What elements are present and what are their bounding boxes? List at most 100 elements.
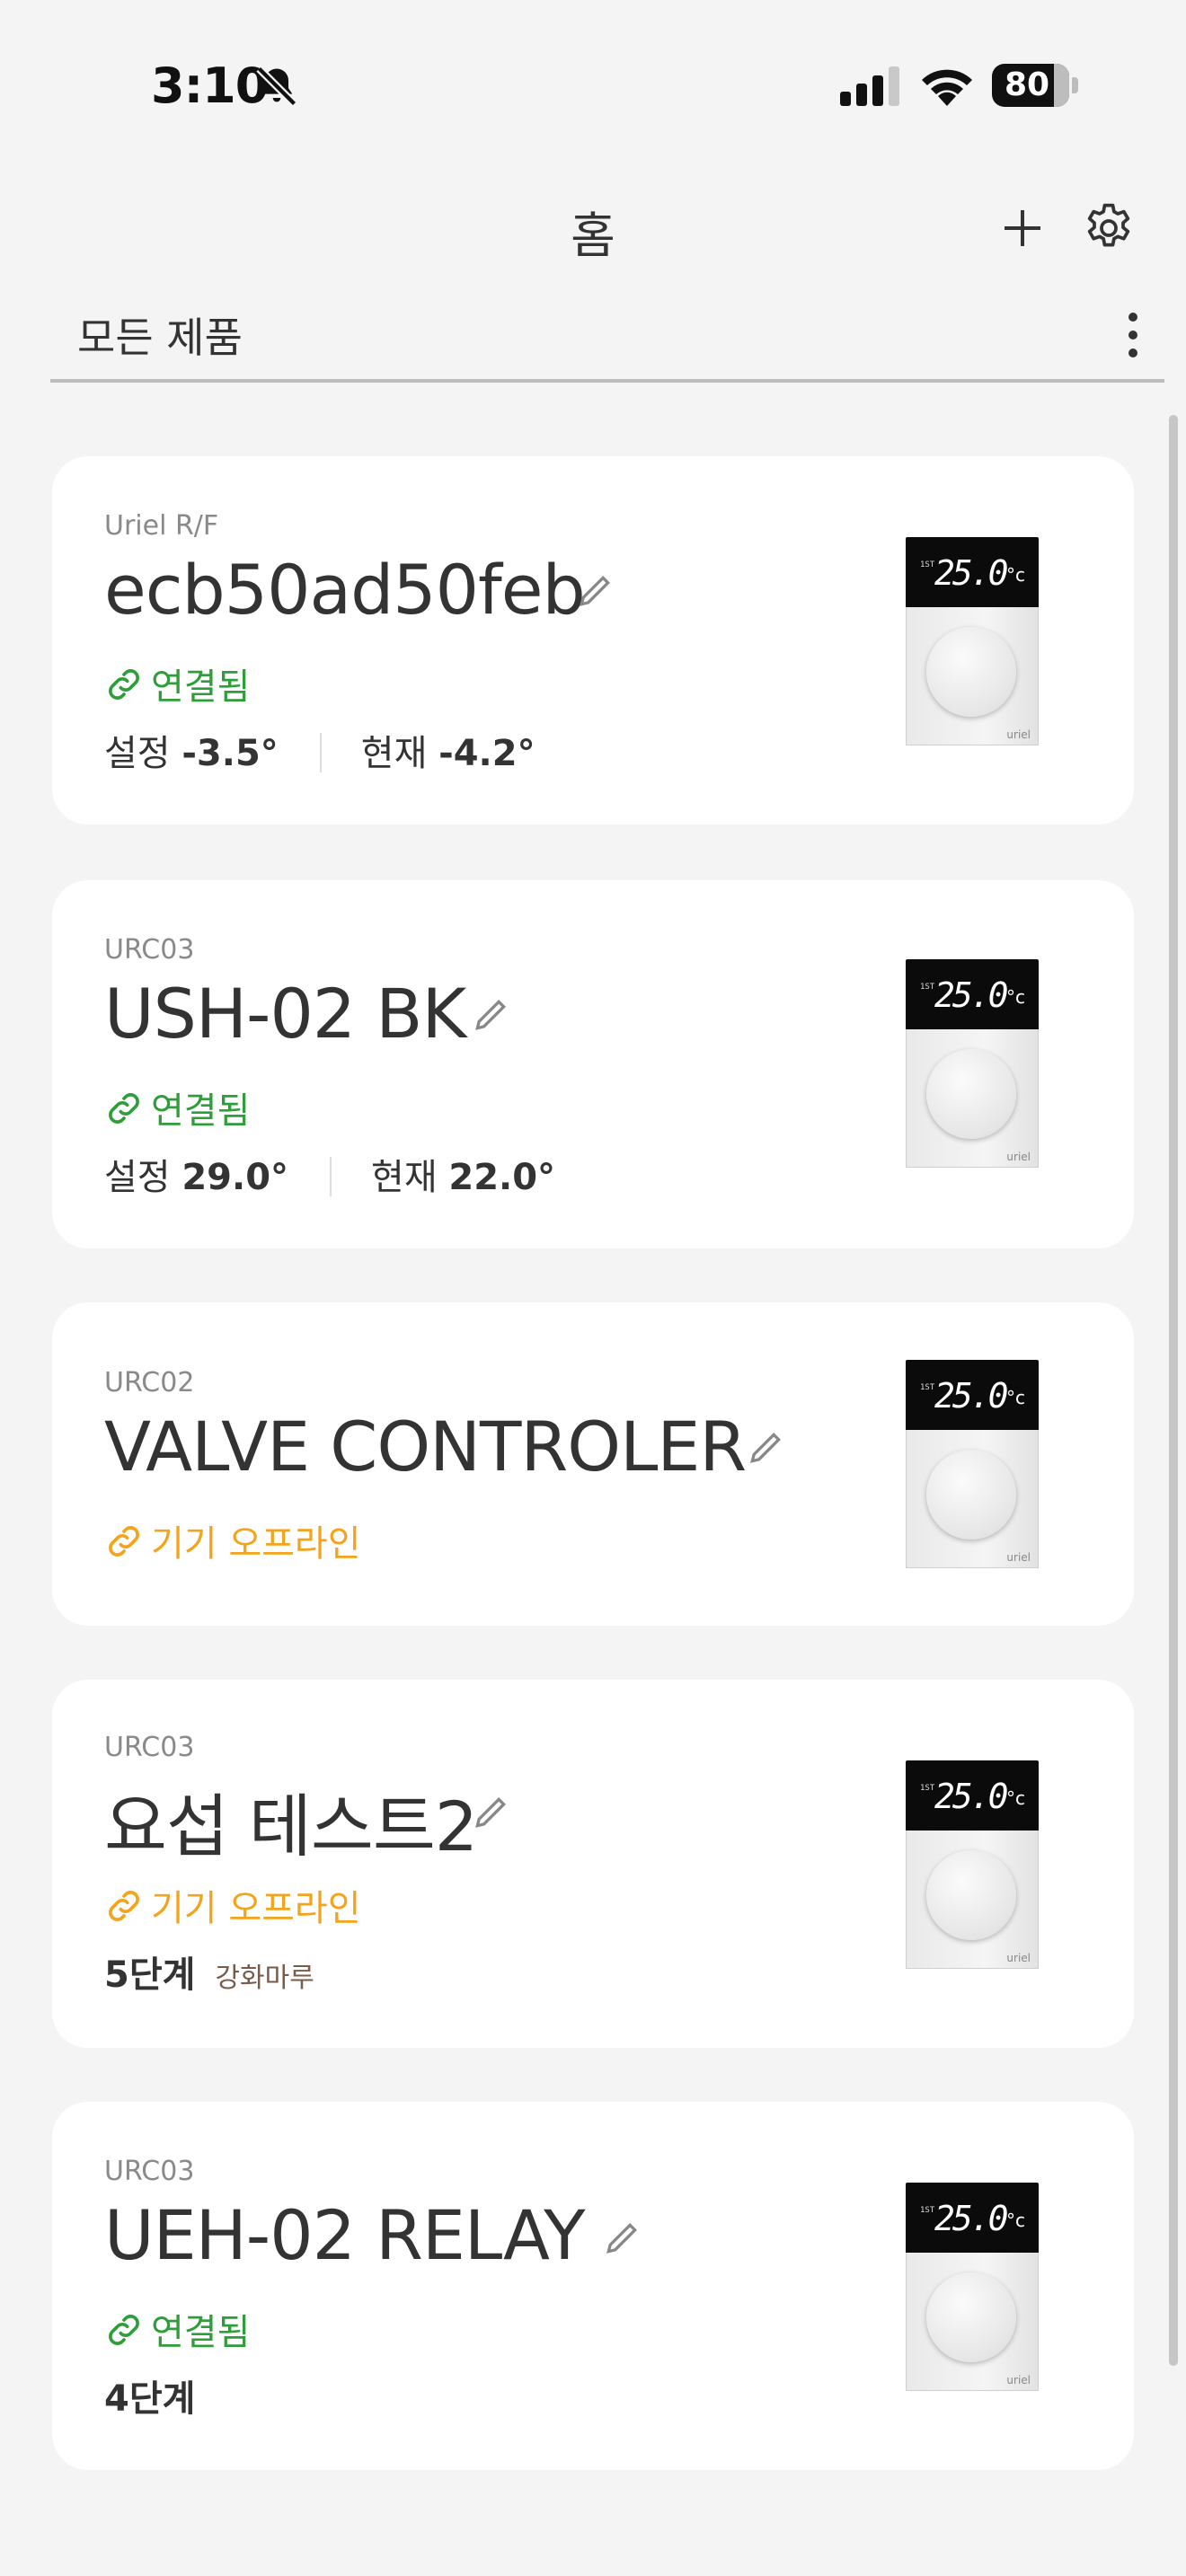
link-icon [109,669,139,700]
status-text: 기기 오프라인 [151,1523,361,1565]
device-model: URC02 [104,1367,195,1398]
device-thumbnail: 1ST 25.0 °c uriel [906,959,1039,1168]
display-temperature: 25.0 [934,1777,1008,1816]
device-dial [926,1450,1016,1539]
temperature-info: 설정 -3.5° 현재 -4.2° [104,724,535,776]
status-bar: 3:10 80 [0,0,1186,171]
status-text: 연결됨 [151,1090,251,1132]
status-text: 연결됨 [151,666,251,708]
display-mode-label: 1ST [920,2206,935,2215]
device-name: VALVE CONTROLER [104,1407,747,1486]
gear-icon [1087,203,1130,247]
battery-level: 80 [1004,66,1050,103]
device-body: uriel [906,1029,1039,1168]
connection-status: 연결됨 [104,657,250,710]
more-vertical-icon[interactable] [1114,311,1154,361]
display-temperature: 25.0 [934,2199,1008,2238]
link-icon [109,1891,139,1921]
display-mode-label: 1ST [920,560,935,569]
display-temperature: 25.0 [934,1376,1008,1416]
device-model: URC03 [104,2156,195,2187]
scrollbar[interactable] [1169,415,1178,2366]
link-icon [109,1526,139,1557]
display-mode-label: 1ST [920,1383,935,1392]
device-model: URC03 [104,934,195,966]
device-body: uriel [906,1831,1039,1969]
device-name: USH-02 BK [104,974,466,1054]
device-brand: uriel [1006,1952,1031,1964]
floor-type: 강화마루 [215,1963,314,1994]
device-thumbnail: 1ST 25.0 °c uriel [906,537,1039,745]
device-body: uriel [906,1430,1039,1568]
display-unit: °c [1006,986,1025,1008]
current-temperature: 22.0° [448,1157,556,1198]
settings-button[interactable] [1080,199,1137,257]
status-time: 3:10 [151,57,269,114]
display-unit: °c [1006,1387,1025,1408]
device-brand: uriel [1006,1151,1031,1163]
add-button[interactable] [997,203,1048,253]
device-dial [926,1049,1016,1139]
device-card[interactable]: URC03 요섭 테스트2 기기 오프라인 5단계 강화마루 1ST 25.0 °… [52,1680,1134,2048]
device-card[interactable]: URC03 USH-02 BK 연결됨 설정 29.0° 현재 22.0° 1ST… [52,880,1134,1248]
battery-indicator: 80 [992,64,1078,107]
device-dial [926,2272,1016,2362]
heating-level: 4단계 [104,2369,195,2422]
pencil-icon[interactable] [602,2219,642,2258]
device-brand: uriel [1006,2374,1031,2386]
display-unit: °c [1006,1787,1025,1809]
set-temperature: -3.5° [181,733,279,774]
device-name: 요섭 테스트2 [104,1786,478,1866]
plus-icon [1005,210,1040,246]
connection-status: 연결됨 [104,2303,250,2355]
display-temperature: 25.0 [934,975,1008,1015]
device-display: 1ST 25.0 °c [906,537,1039,607]
display-unit: °c [1006,2210,1025,2231]
level-text: 5단계 [104,1954,196,1996]
device-brand: uriel [1006,728,1031,741]
device-dial [926,627,1016,717]
current-label: 현재 [371,1157,438,1198]
device-card[interactable]: Uriel R/F ecb50ad50feb 연결됨 설정 -3.5° 현재 -4… [52,456,1134,825]
device-display: 1ST 25.0 °c [906,959,1039,1029]
device-display: 1ST 25.0 °c [906,1360,1039,1430]
status-text: 기기 오프라인 [151,1888,361,1929]
device-card[interactable]: URC02 VALVE CONTROLER 기기 오프라인 1ST 25.0 °… [52,1302,1134,1626]
level-text: 4단계 [104,2378,196,2420]
display-mode-label: 1ST [920,983,935,992]
display-temperature: 25.0 [934,553,1008,593]
device-display: 1ST 25.0 °c [906,2183,1039,2253]
device-body: uriel [906,607,1039,745]
device-name: UEH-02 RELAY [104,2195,586,2275]
display-mode-label: 1ST [920,1784,935,1793]
device-dial [926,1850,1016,1940]
filter-bar: 모든 제품 [50,296,1164,383]
device-thumbnail: 1ST 25.0 °c uriel [906,1360,1039,1568]
pencil-icon[interactable] [575,571,615,611]
cellular-signal-icon [840,66,899,106]
pencil-icon[interactable] [746,1428,785,1468]
device-display: 1ST 25.0 °c [906,1760,1039,1831]
filter-label[interactable]: 모든 제품 [77,305,243,365]
set-temperature: 29.0° [181,1157,289,1198]
link-icon [109,1093,139,1124]
wifi-icon [922,69,972,106]
temperature-info: 설정 29.0° 현재 22.0° [104,1148,555,1200]
pencil-icon[interactable] [471,995,510,1035]
current-label: 현재 [360,733,428,774]
device-thumbnail: 1ST 25.0 °c uriel [906,2183,1039,2391]
device-model: Uriel R/F [104,510,219,542]
device-model: URC03 [104,1732,195,1763]
device-thumbnail: 1ST 25.0 °c uriel [906,1760,1039,1969]
bell-slash-icon [256,66,297,107]
pencil-icon[interactable] [471,1793,510,1832]
device-body: uriel [906,2253,1039,2391]
link-icon [109,2315,139,2345]
set-label: 설정 [104,733,171,774]
connection-status: 기기 오프라인 [104,1514,361,1566]
connection-status: 기기 오프라인 [104,1879,361,1931]
display-unit: °c [1006,564,1025,586]
device-card[interactable]: URC03 UEH-02 RELAY 연결됨 4단계 1ST 25.0 °c u… [52,2102,1134,2470]
connection-status: 연결됨 [104,1081,250,1134]
device-name: ecb50ad50feb [104,550,586,630]
